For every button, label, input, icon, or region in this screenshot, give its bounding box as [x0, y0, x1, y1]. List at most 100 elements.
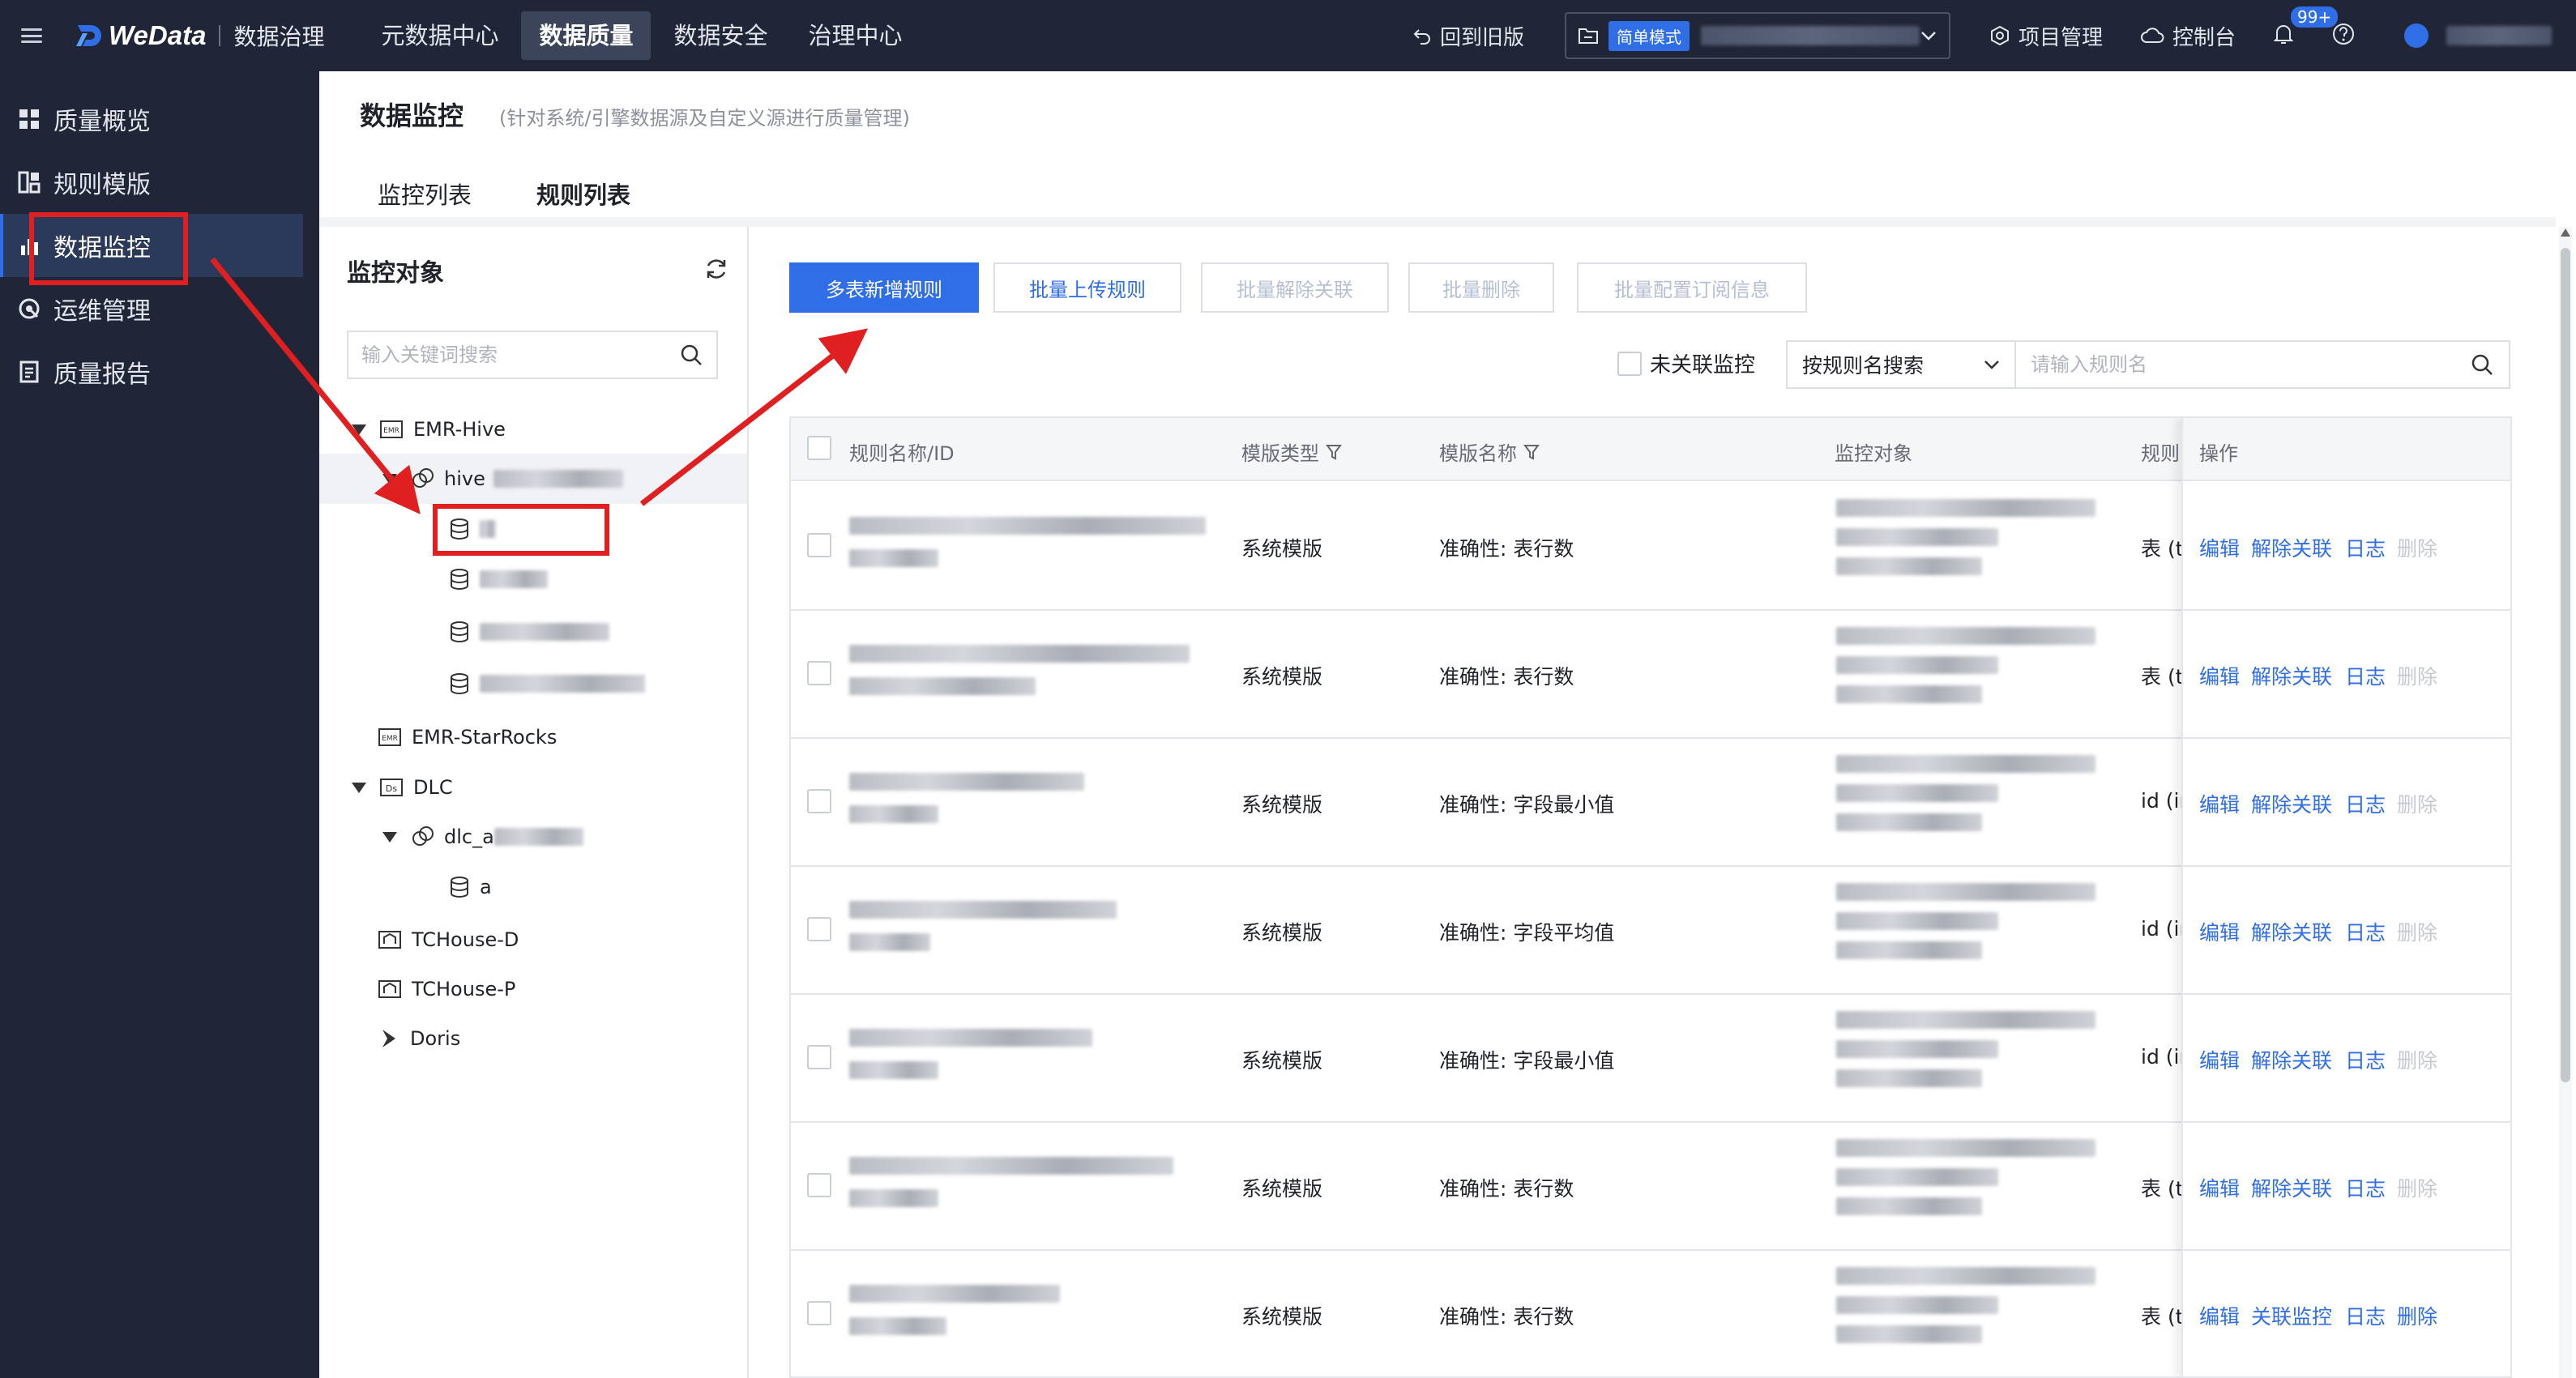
tab-rule-list[interactable]: 规则列表: [519, 172, 649, 224]
link-action[interactable]: 解除关联: [2251, 533, 2332, 562]
edit-link[interactable]: 编辑: [2199, 1173, 2240, 1202]
edit-link[interactable]: 编辑: [2199, 533, 2240, 562]
username-blurred[interactable]: [2446, 26, 2552, 45]
search-mode-select[interactable]: 按规则名搜索: [1786, 340, 2016, 389]
delete-link[interactable]: 删除: [2397, 789, 2437, 818]
table-db-icon: [451, 673, 468, 694]
nav-data-quality[interactable]: 数据质量: [521, 11, 651, 60]
link-action[interactable]: 解除关联: [2251, 789, 2332, 818]
refresh-icon[interactable]: [703, 256, 729, 282]
tree-search-field[interactable]: [347, 331, 718, 379]
edit-link[interactable]: 编辑: [2199, 1045, 2240, 1074]
tree-node-hive-db[interactable]: hive: [382, 463, 623, 495]
row-checkbox[interactable]: [807, 661, 831, 685]
filter-icon[interactable]: [1523, 443, 1540, 461]
batch-upload-rules-button[interactable]: 批量上传规则: [993, 262, 1181, 313]
back-to-old-version-link[interactable]: 回到旧版: [1412, 21, 1524, 51]
link-action[interactable]: 解除关联: [2251, 661, 2332, 690]
log-link[interactable]: 日志: [2345, 1173, 2386, 1202]
link-action[interactable]: 解除关联: [2251, 1045, 2332, 1074]
caret-down-icon[interactable]: [352, 424, 366, 435]
log-link[interactable]: 日志: [2345, 533, 2386, 562]
sidebar-item-ops-management[interactable]: 运维管理: [0, 277, 319, 340]
rule-name-search-input[interactable]: [2031, 353, 2470, 376]
link-action[interactable]: 关联监控: [2251, 1301, 2332, 1330]
rule-name-blurred[interactable]: [849, 1285, 1060, 1335]
delete-link[interactable]: 删除: [2397, 661, 2437, 690]
search-icon[interactable]: [679, 343, 703, 367]
tree-search-input[interactable]: [361, 343, 679, 366]
column-header-template-name[interactable]: 模版名称: [1439, 437, 1540, 466]
row-checkbox[interactable]: [807, 789, 831, 813]
notifications-button[interactable]: 99+: [2273, 5, 2340, 49]
row-checkbox[interactable]: [807, 1045, 831, 1069]
tree-node-dlc-db[interactable]: dlc_a: [382, 821, 583, 853]
caret-down-icon[interactable]: [352, 782, 366, 793]
rule-name-blurred[interactable]: [849, 1157, 1173, 1207]
log-link[interactable]: 日志: [2345, 1301, 2386, 1330]
tree-node-table-4[interactable]: [449, 668, 645, 700]
tree-node-dlc[interactable]: Ds DLC: [352, 771, 453, 804]
filter-icon[interactable]: [1326, 443, 1342, 461]
project-management-link[interactable]: 项目管理: [1989, 21, 2103, 51]
tree-node-tchouse-p[interactable]: TCHouse-P: [378, 973, 515, 1005]
row-checkbox[interactable]: [807, 917, 831, 941]
link-action[interactable]: 解除关联: [2251, 1173, 2332, 1202]
nav-metadata-center[interactable]: 元数据中心: [363, 11, 516, 60]
project-select[interactable]: 简单模式: [1564, 12, 1950, 59]
tree-node-emr-starrocks[interactable]: EMR EMR-StarRocks: [378, 721, 557, 753]
menu-icon[interactable]: [21, 28, 42, 43]
tree-node-emr-hive[interactable]: EMR EMR-Hive: [352, 413, 506, 446]
rule-name-blurred[interactable]: [849, 1029, 1092, 1079]
column-header-template-type[interactable]: 模版类型: [1241, 437, 1342, 466]
edit-link[interactable]: 编辑: [2199, 1301, 2240, 1330]
link-action[interactable]: 解除关联: [2251, 917, 2332, 946]
row-checkbox[interactable]: [807, 1301, 831, 1325]
log-link[interactable]: 日志: [2345, 789, 2386, 818]
sidebar-item-quality-overview[interactable]: 质量概览: [0, 87, 319, 151]
tree-node-doris[interactable]: Doris: [378, 1022, 460, 1055]
log-link[interactable]: 日志: [2345, 661, 2386, 690]
sidebar-item-quality-report[interactable]: 质量报告: [0, 340, 319, 403]
tree-node-dlc-table[interactable]: a: [449, 871, 492, 903]
delete-link[interactable]: 删除: [2397, 1045, 2437, 1074]
caret-down-icon[interactable]: [382, 473, 397, 484]
user-avatar[interactable]: [2404, 23, 2429, 48]
delete-link[interactable]: 删除: [2397, 917, 2437, 946]
caret-down-icon[interactable]: [382, 831, 397, 843]
edit-link[interactable]: 编辑: [2199, 661, 2240, 690]
delete-link[interactable]: 删除: [2397, 1173, 2437, 1202]
log-link[interactable]: 日志: [2345, 1045, 2386, 1074]
scrollbar-thumb[interactable]: [2561, 248, 2570, 1082]
batch-unlink-button[interactable]: 批量解除关联: [1201, 262, 1389, 313]
add-multi-table-rule-button[interactable]: 多表新增规则: [789, 262, 979, 313]
edit-link[interactable]: 编辑: [2199, 917, 2240, 946]
rule-name-search-field[interactable]: [2014, 340, 2510, 389]
nav-governance-center[interactable]: 治理中心: [791, 11, 921, 60]
tree-node-table-2[interactable]: [449, 563, 548, 595]
row-checkbox[interactable]: [807, 1173, 831, 1197]
row-checkbox[interactable]: [807, 533, 831, 557]
nav-data-security[interactable]: 数据安全: [656, 11, 785, 60]
rule-name-blurred[interactable]: [849, 773, 1084, 823]
rule-name-blurred[interactable]: [849, 901, 1117, 951]
console-link[interactable]: 控制台: [2140, 21, 2236, 51]
batch-subscribe-button[interactable]: 批量配置订阅信息: [1577, 262, 1807, 313]
unlinked-monitor-filter[interactable]: 未关联监控: [1617, 348, 1755, 378]
rule-name-blurred[interactable]: [849, 645, 1190, 695]
delete-link[interactable]: 删除: [2397, 533, 2437, 562]
tree-node-table-3[interactable]: [449, 616, 609, 648]
edit-link[interactable]: 编辑: [2199, 789, 2240, 818]
tab-monitor-list[interactable]: 监控列表: [360, 172, 489, 222]
delete-link[interactable]: 删除: [2397, 1301, 2437, 1330]
sidebar-item-rule-templates[interactable]: 规则模版: [0, 151, 319, 214]
logo[interactable]: WeData 数据治理: [75, 19, 324, 52]
search-icon[interactable]: [2470, 352, 2494, 377]
tree-node-tchouse-d[interactable]: TCHouse-D: [378, 924, 519, 956]
log-link[interactable]: 日志: [2345, 917, 2386, 946]
scroll-up-arrow-icon[interactable]: [2561, 228, 2570, 237]
batch-delete-button[interactable]: 批量删除: [1408, 262, 1554, 313]
rule-name-blurred[interactable]: [849, 517, 1206, 567]
unlinked-checkbox[interactable]: [1617, 351, 1642, 376]
select-all-checkbox[interactable]: [807, 436, 831, 460]
